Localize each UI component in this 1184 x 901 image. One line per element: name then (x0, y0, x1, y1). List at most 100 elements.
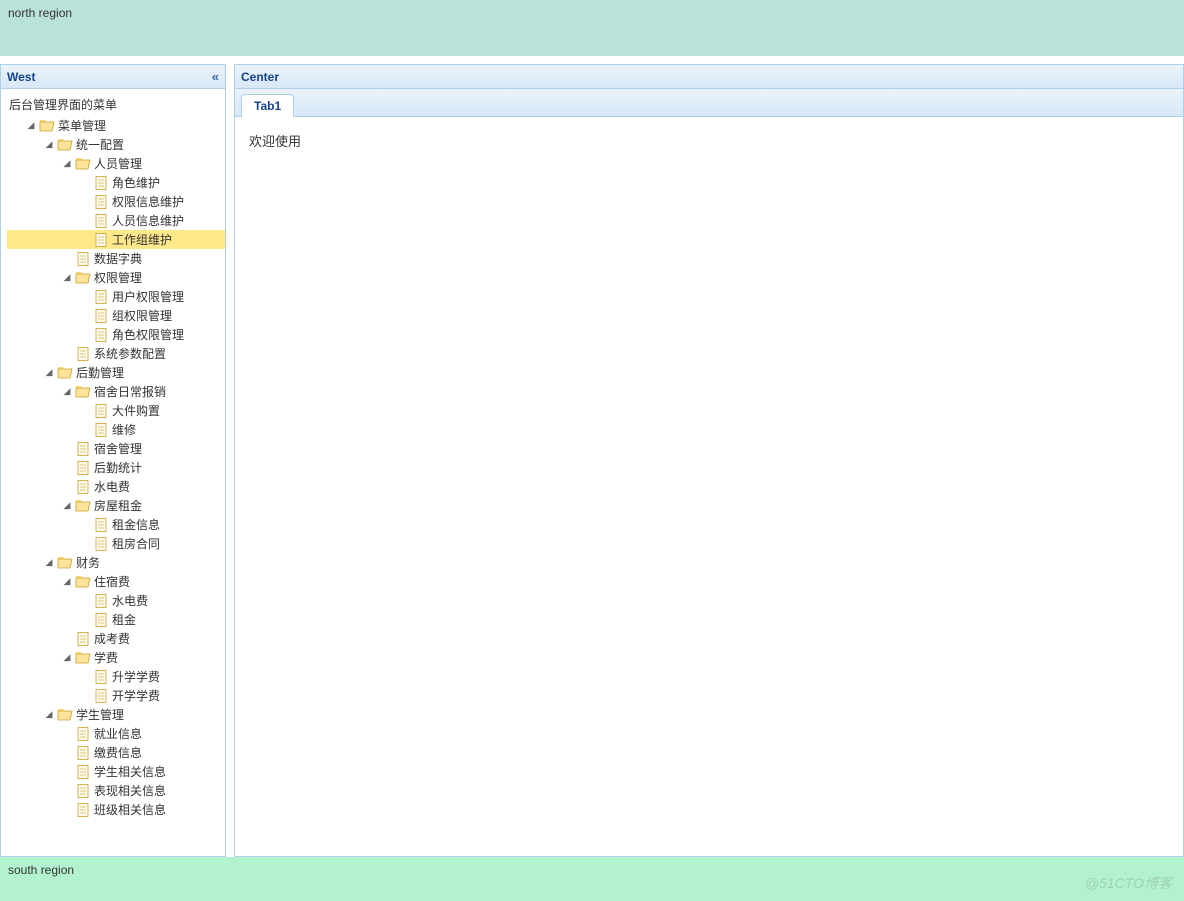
expand-toggle-icon[interactable]: ◢ (61, 158, 73, 169)
indent (7, 686, 25, 705)
tree-folder[interactable]: ◢学生管理 (7, 705, 225, 724)
tree-leaf[interactable]: 权限信息维护 (7, 192, 225, 211)
tree-folder[interactable]: ◢统一配置 (7, 135, 225, 154)
expand-toggle-icon[interactable]: ◢ (25, 120, 37, 131)
document-icon (93, 289, 109, 305)
tree-node-label: 升学学费 (112, 668, 166, 685)
tree-leaf[interactable]: 租金 (7, 610, 225, 629)
tree-folder[interactable]: ◢房屋租金 (7, 496, 225, 515)
expand-toggle-icon[interactable]: ◢ (61, 272, 73, 283)
expand-toggle-icon[interactable]: ◢ (61, 386, 73, 397)
indent (7, 211, 25, 230)
tree-leaf[interactable]: 缴费信息 (7, 743, 225, 762)
indent (25, 458, 43, 477)
expand-toggle-icon[interactable]: ◢ (43, 367, 55, 378)
indent (7, 154, 25, 173)
tree-leaf[interactable]: 成考费 (7, 629, 225, 648)
indent (25, 762, 43, 781)
document-icon (93, 175, 109, 191)
tree-leaf[interactable]: 用户权限管理 (7, 287, 225, 306)
indent (25, 420, 43, 439)
center-panel-header: Center (235, 65, 1183, 89)
tree-folder[interactable]: ◢宿舍日常报销 (7, 382, 225, 401)
tree-node-label: 缴费信息 (94, 744, 148, 761)
tree-leaf[interactable]: 后勤统计 (7, 458, 225, 477)
south-region: south region (0, 857, 1184, 901)
tree-leaf[interactable]: 工作组维护 (7, 230, 225, 249)
folder-open-icon (57, 365, 73, 381)
indent (43, 667, 61, 686)
tree-leaf[interactable]: 租金信息 (7, 515, 225, 534)
tree-node-label: 表现相关信息 (94, 782, 172, 799)
indent (7, 610, 25, 629)
tree-leaf[interactable]: 升学学费 (7, 667, 225, 686)
tree-node-label: 角色维护 (112, 174, 166, 191)
tree-node-label: 宿舍管理 (94, 440, 148, 457)
indent (7, 401, 25, 420)
tab-tab1[interactable]: Tab1 (241, 94, 294, 117)
indent (61, 192, 79, 211)
tree-leaf[interactable]: 组权限管理 (7, 306, 225, 325)
indent (7, 249, 25, 268)
indent (25, 135, 43, 154)
tree-node-label: 学生相关信息 (94, 763, 172, 780)
tree-leaf[interactable]: 水电费 (7, 591, 225, 610)
indent (25, 667, 43, 686)
indent (25, 154, 43, 173)
indent (25, 515, 43, 534)
expand-toggle-icon[interactable]: ◢ (61, 652, 73, 663)
tree-leaf[interactable]: 水电费 (7, 477, 225, 496)
indent (25, 306, 43, 325)
indent (25, 591, 43, 610)
tree-leaf[interactable]: 系统参数配置 (7, 344, 225, 363)
tree-node-label: 后勤管理 (76, 364, 130, 381)
expand-toggle-icon[interactable]: ◢ (61, 500, 73, 511)
south-region-text: south region (8, 863, 74, 877)
tree-node-label: 人员管理 (94, 155, 148, 172)
tree-folder[interactable]: ◢学费 (7, 648, 225, 667)
indent (25, 287, 43, 306)
tree-folder[interactable]: ◢权限管理 (7, 268, 225, 287)
expand-toggle-icon[interactable]: ◢ (43, 557, 55, 568)
collapse-west-icon[interactable]: « (212, 69, 219, 84)
document-icon (93, 593, 109, 609)
tree-leaf[interactable]: 人员信息维护 (7, 211, 225, 230)
indent (43, 382, 61, 401)
tree-folder[interactable]: ◢ 人员管理 (7, 154, 225, 173)
indent (25, 553, 43, 572)
expand-toggle-icon[interactable]: ◢ (61, 576, 73, 587)
indent (25, 363, 43, 382)
indent (25, 724, 43, 743)
tree-folder[interactable]: ◢ 菜单管理 (7, 116, 225, 135)
folder-open-icon (57, 707, 73, 723)
tree-folder[interactable]: ◢ 后勤管理 (7, 363, 225, 382)
main-area: West « 后台管理界面的菜单 ◢菜单管理◢统一配置◢人员管理角色维护权限信息… (0, 64, 1184, 857)
tree-leaf[interactable]: 维修 (7, 420, 225, 439)
indent (25, 477, 43, 496)
indent (7, 287, 25, 306)
indent (61, 230, 79, 249)
tree-leaf[interactable]: 租房合同 (7, 534, 225, 553)
expand-toggle-icon[interactable]: ◢ (43, 709, 55, 720)
document-icon (93, 308, 109, 324)
indent (7, 629, 25, 648)
folder-open-icon (39, 118, 55, 134)
tree-leaf[interactable]: 角色维护 (7, 173, 225, 192)
tree-leaf[interactable]: 就业信息 (7, 724, 225, 743)
document-icon (93, 536, 109, 552)
tree-folder[interactable]: ◢住宿费 (7, 572, 225, 591)
tree-leaf[interactable]: 开学学费 (7, 686, 225, 705)
tree-node-label: 菜单管理 (58, 117, 112, 134)
tree-leaf[interactable]: 宿舍管理 (7, 439, 225, 458)
west-panel-header: West « (1, 65, 225, 89)
tree-leaf[interactable]: 数据字典 (7, 249, 225, 268)
tree-leaf[interactable]: 表现相关信息 (7, 781, 225, 800)
expand-toggle-icon[interactable]: ◢ (43, 139, 55, 150)
indent (25, 781, 43, 800)
tree-folder[interactable]: ◢财务 (7, 553, 225, 572)
tree-leaf[interactable]: 角色权限管理 (7, 325, 225, 344)
indent (7, 116, 25, 135)
tree-leaf[interactable]: 学生相关信息 (7, 762, 225, 781)
tree-leaf[interactable]: 大件购置 (7, 401, 225, 420)
tree-leaf[interactable]: 班级相关信息 (7, 800, 225, 819)
